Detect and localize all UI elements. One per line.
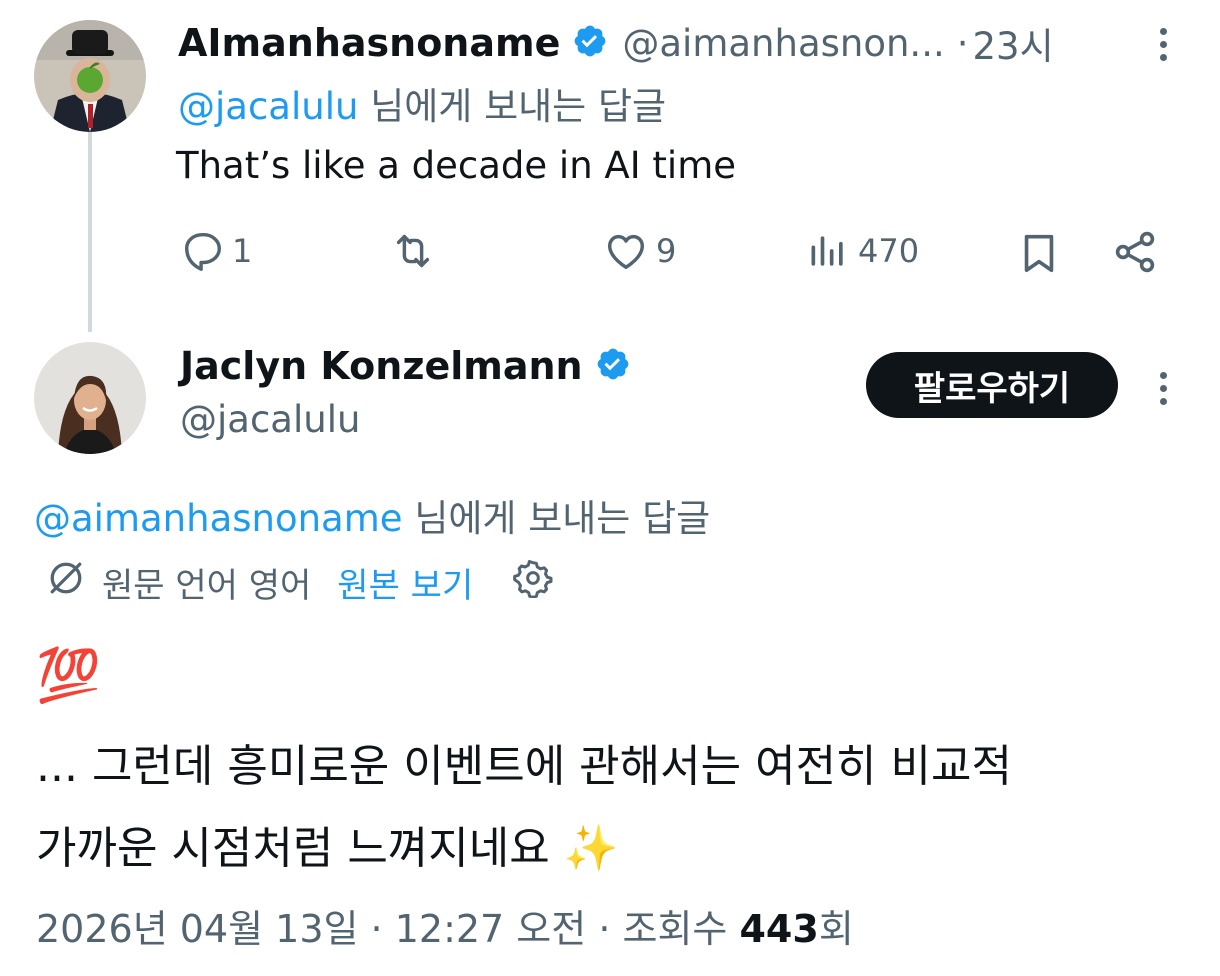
replying-to-line: @aimanhasnoname 님에게 보내는 답글 <box>34 488 710 542</box>
hundred-points-emoji: 💯 <box>36 646 101 706</box>
tweet-date[interactable]: 2026년 04월 13일 <box>36 907 358 951</box>
retweet-button[interactable] <box>388 228 438 274</box>
like-button[interactable]: 9 <box>602 228 676 274</box>
action-bar: 1 9 470 <box>0 226 1220 278</box>
views-icon <box>811 236 843 266</box>
views-label: 조회수 <box>622 907 728 951</box>
reply-count: 1 <box>232 232 253 270</box>
reply-to-mention[interactable]: @jacalulu <box>178 85 358 128</box>
translation-row: 원문 언어 영어 원본 보기 <box>44 556 553 608</box>
follow-button[interactable]: 팔로우하기 <box>866 352 1118 418</box>
avatar-aimanhasnoname[interactable] <box>34 20 146 132</box>
like-icon <box>607 234 645 270</box>
reply-icon <box>184 232 222 271</box>
retweet-icon <box>396 234 430 268</box>
handle[interactable]: @aimanhasnon... <box>622 22 944 65</box>
main-tweet-text: ... 그런데 흥미로운 이벤트에 관해서는 여전히 비교적 가까운 시점처럼 … <box>36 726 1196 890</box>
translate-icon <box>44 556 88 609</box>
views-suffix: 회 <box>818 907 854 951</box>
share-button[interactable] <box>1110 228 1160 276</box>
main-tweet-header: Jaclyn Konzelmann <box>180 344 631 388</box>
reply-to-suffix: 님에게 보내는 답글 <box>370 85 667 128</box>
verified-badge-icon <box>572 23 608 63</box>
separator-dot: · <box>370 907 395 951</box>
handle[interactable]: @jacalulu <box>180 398 360 441</box>
more-options-icon[interactable] <box>1160 28 1168 67</box>
main-tweet-text-line-2: 가까운 시점처럼 느껴지네요 ✨ <box>36 823 619 874</box>
display-name[interactable]: Jaclyn Konzelmann <box>180 344 583 388</box>
reply-to-suffix: 님에게 보내는 답글 <box>414 497 711 540</box>
separator-dot: · <box>598 907 623 951</box>
view-original-link[interactable]: 원본 보기 <box>337 558 473 607</box>
tweet-time[interactable]: 12:27 오전 <box>395 907 587 951</box>
reply-button[interactable]: 1 <box>180 228 252 274</box>
view-count: 470 <box>858 232 920 270</box>
like-count: 9 <box>656 232 677 270</box>
settings-icon[interactable] <box>513 558 553 607</box>
separator-dot: · <box>956 21 969 65</box>
display-name[interactable]: AImanhasnoname <box>178 21 560 65</box>
replying-to-line: @jacalulu 님에게 보내는 답글 <box>178 76 666 130</box>
bookmark-button[interactable] <box>1016 228 1062 278</box>
reply-to-mention[interactable]: @aimanhasnoname <box>34 497 403 540</box>
more-options-icon[interactable] <box>1160 372 1168 411</box>
timestamp[interactable]: 23시 <box>972 16 1053 70</box>
tweet-text: That’s like a decade in AI time <box>176 144 737 187</box>
views-count: 443 <box>739 907 819 951</box>
views-button[interactable]: 470 <box>806 228 919 274</box>
main-tweet-text-line-1: ... 그런데 흥미로운 이벤트에 관해서는 여전히 비교적 <box>36 741 1012 792</box>
bookmark-icon <box>1024 234 1054 273</box>
share-icon <box>1115 231 1155 273</box>
avatar-jacalulu[interactable] <box>34 342 146 454</box>
tweet-meta: 2026년 04월 13일 · 12:27 오전 · 조회수 443회 <box>36 898 854 953</box>
source-language: 원문 언어 영어 <box>102 565 312 606</box>
reply-tweet-header: AImanhasnoname @aimanhasnon... · 23시 <box>178 16 1054 70</box>
verified-badge-icon <box>595 346 631 386</box>
